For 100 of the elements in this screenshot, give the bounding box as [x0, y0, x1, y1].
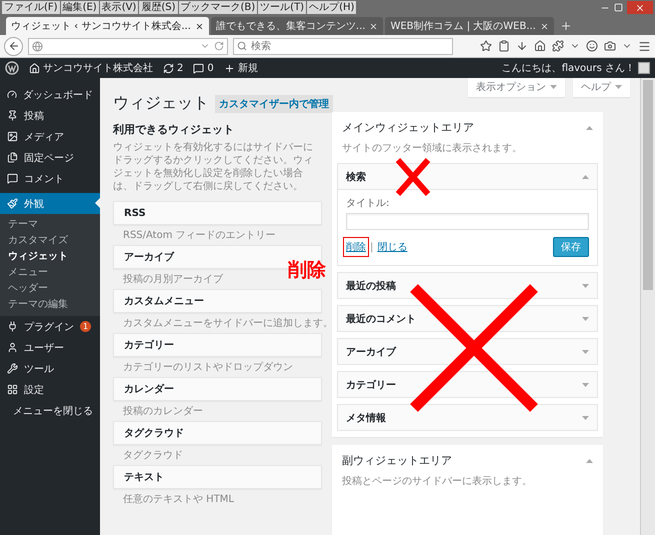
- clipboard-icon[interactable]: [498, 40, 510, 52]
- page-title: ウィジェット: [113, 93, 209, 114]
- menu-item[interactable]: 編集(E): [60, 1, 99, 14]
- menu-item[interactable]: ツール(T): [258, 1, 306, 14]
- widget-description: 任意のテキストや HTML: [122, 492, 236, 507]
- delete-link[interactable]: 削除: [346, 240, 366, 254]
- caret-icon[interactable]: [550, 85, 557, 89]
- submenu-item[interactable]: テーマ: [0, 217, 100, 233]
- download-icon[interactable]: [516, 40, 528, 52]
- menu-item[interactable]: ファイル(F): [2, 1, 60, 14]
- widget-name: アーカイブ: [346, 346, 396, 358]
- caret-icon[interactable]: [586, 458, 593, 462]
- close-icon[interactable]: [194, 22, 204, 30]
- separator: |: [370, 242, 374, 252]
- grid-icon: [7, 384, 18, 395]
- manage-button[interactable]: カスタマイザー内で管理: [215, 94, 333, 112]
- menu-item[interactable]: ブックマーク(B): [178, 1, 258, 14]
- sidebar-item[interactable]: メディア: [0, 126, 100, 147]
- sidebar-item[interactable]: 投稿: [0, 105, 100, 126]
- new-tab-icon[interactable]: [560, 20, 572, 32]
- avatar[interactable]: [638, 62, 650, 74]
- comments-link[interactable]: 0: [193, 62, 214, 74]
- screen-options-tab[interactable]: 表示オプション: [468, 78, 565, 97]
- browser-tab[interactable]: WEB制作コラム | 大阪のWEB...: [385, 17, 554, 35]
- comment-icon: [193, 62, 204, 74]
- back-arrow-icon[interactable]: [8, 40, 20, 52]
- caret-icon[interactable]: [615, 85, 622, 89]
- back-button[interactable]: [4, 36, 23, 56]
- widget-panel[interactable]: アーカイブ: [337, 338, 598, 365]
- sidebar-item[interactable]: 固定ページ: [0, 147, 100, 168]
- close-icon[interactable]: [540, 22, 549, 30]
- new-link[interactable]: 新規: [224, 61, 258, 75]
- greeting-text[interactable]: こんにちは、flavours さん！: [502, 61, 635, 75]
- home-icon: [29, 62, 40, 74]
- address-field[interactable]: [28, 38, 228, 54]
- close-link[interactable]: 閉じる: [377, 240, 408, 254]
- caret-icon[interactable]: [586, 126, 593, 130]
- sidebar-item[interactable]: プラグイン 1: [0, 316, 100, 337]
- menu-item[interactable]: 表示(V): [100, 1, 138, 14]
- sidebar-item[interactable]: コメント: [0, 168, 100, 189]
- browser-tab[interactable]: ウィジェット ‹ サンコウサイト株式会...: [6, 17, 209, 35]
- menu-item[interactable]: 履歴(S): [139, 1, 178, 14]
- widget-item[interactable]: テキスト: [113, 465, 322, 489]
- area-title: 副ウィジェットエリア: [342, 453, 452, 468]
- area-description: サイトのフッター領域に表示されます。: [341, 142, 523, 155]
- camera-icon[interactable]: [604, 40, 616, 52]
- sidebar-item[interactable]: ダッシュボード: [0, 84, 100, 105]
- area-description: 投稿とページのサイドバーに表示します。: [341, 474, 533, 488]
- count-badge: 1: [80, 321, 91, 332]
- plus-icon: [224, 62, 235, 74]
- site-link[interactable]: サンコウサイト株式会社: [29, 61, 153, 75]
- screen-options-tab[interactable]: ヘルプ: [573, 78, 630, 97]
- title-input[interactable]: [346, 213, 589, 230]
- updates-link[interactable]: 2: [163, 62, 184, 74]
- reload-icon[interactable]: [214, 41, 224, 51]
- widget-item[interactable]: RSS: [113, 201, 322, 225]
- user-icon: [7, 342, 18, 353]
- close-icon[interactable]: [369, 22, 378, 30]
- comment-icon: [7, 173, 18, 184]
- menu-item[interactable]: ヘルプ(H): [307, 1, 356, 14]
- area-title: メインウィジェットエリア: [342, 120, 474, 135]
- sidebar-item[interactable]: ユーザー: [0, 337, 100, 358]
- section-description: ウィジェットを有効化するにはサイドバーにドラッグするかクリックしてください。ウィジェットを無効化し設定を削除したい場合は、ドラッグして右側に戻してください。: [113, 141, 314, 193]
- sidebar-item[interactable]: メニューを閉じる: [0, 400, 100, 421]
- wrench-icon: [7, 363, 18, 374]
- widget-description: 投稿のカレンダー: [122, 404, 204, 419]
- sidebar-item[interactable]: ツール: [0, 358, 100, 379]
- widget-panel[interactable]: 検索 タイトル: 削除 | 閉じる 保存: [337, 163, 598, 266]
- star-icon[interactable]: [480, 40, 492, 52]
- sidebar-item[interactable]: 設定: [0, 379, 100, 400]
- widget-item[interactable]: カレンダー: [113, 377, 322, 401]
- logo-icon[interactable]: [5, 61, 19, 75]
- widget-item[interactable]: カスタムメニュー: [113, 289, 322, 313]
- menu-icon[interactable]: [638, 40, 651, 52]
- submenu-item[interactable]: カスタマイズ: [0, 233, 100, 249]
- browser-tab[interactable]: 誰でもできる、集客コンテンツ...: [210, 17, 384, 35]
- puzzle-icon[interactable]: [552, 40, 564, 52]
- maximize-icon[interactable]: [614, 3, 623, 12]
- widget-name: カテゴリー: [346, 378, 396, 392]
- close-button[interactable]: [627, 1, 653, 14]
- globe-icon: [32, 40, 43, 52]
- submenu-item[interactable]: メニュー: [0, 265, 100, 281]
- submenu-item[interactable]: ヘッダー: [0, 281, 100, 297]
- widget-name: 最近のコメント: [346, 312, 416, 326]
- search-field[interactable]: 検索: [233, 38, 453, 54]
- smiley-icon[interactable]: [586, 40, 598, 52]
- plug-icon: [7, 321, 18, 332]
- sidebar-item[interactable]: 外観: [0, 193, 100, 214]
- scrollbar-thumb[interactable]: [643, 80, 653, 290]
- home-icon[interactable]: [534, 40, 546, 52]
- widget-description: カテゴリーのリストやドロップダウン: [122, 360, 294, 375]
- widget-item[interactable]: タグクラウド: [113, 421, 322, 445]
- widget-item[interactable]: カテゴリー: [113, 333, 322, 357]
- submenu-item[interactable]: テーマの編集: [0, 297, 100, 313]
- widget-panel[interactable]: 最近の投稿: [337, 272, 598, 299]
- gauge-icon: [7, 89, 17, 100]
- submenu-item[interactable]: ウィジェット: [0, 249, 100, 265]
- widget-panel[interactable]: メタ情報: [337, 404, 598, 431]
- widget-name: 検索: [346, 170, 366, 184]
- scrollbar[interactable]: [640, 78, 655, 535]
